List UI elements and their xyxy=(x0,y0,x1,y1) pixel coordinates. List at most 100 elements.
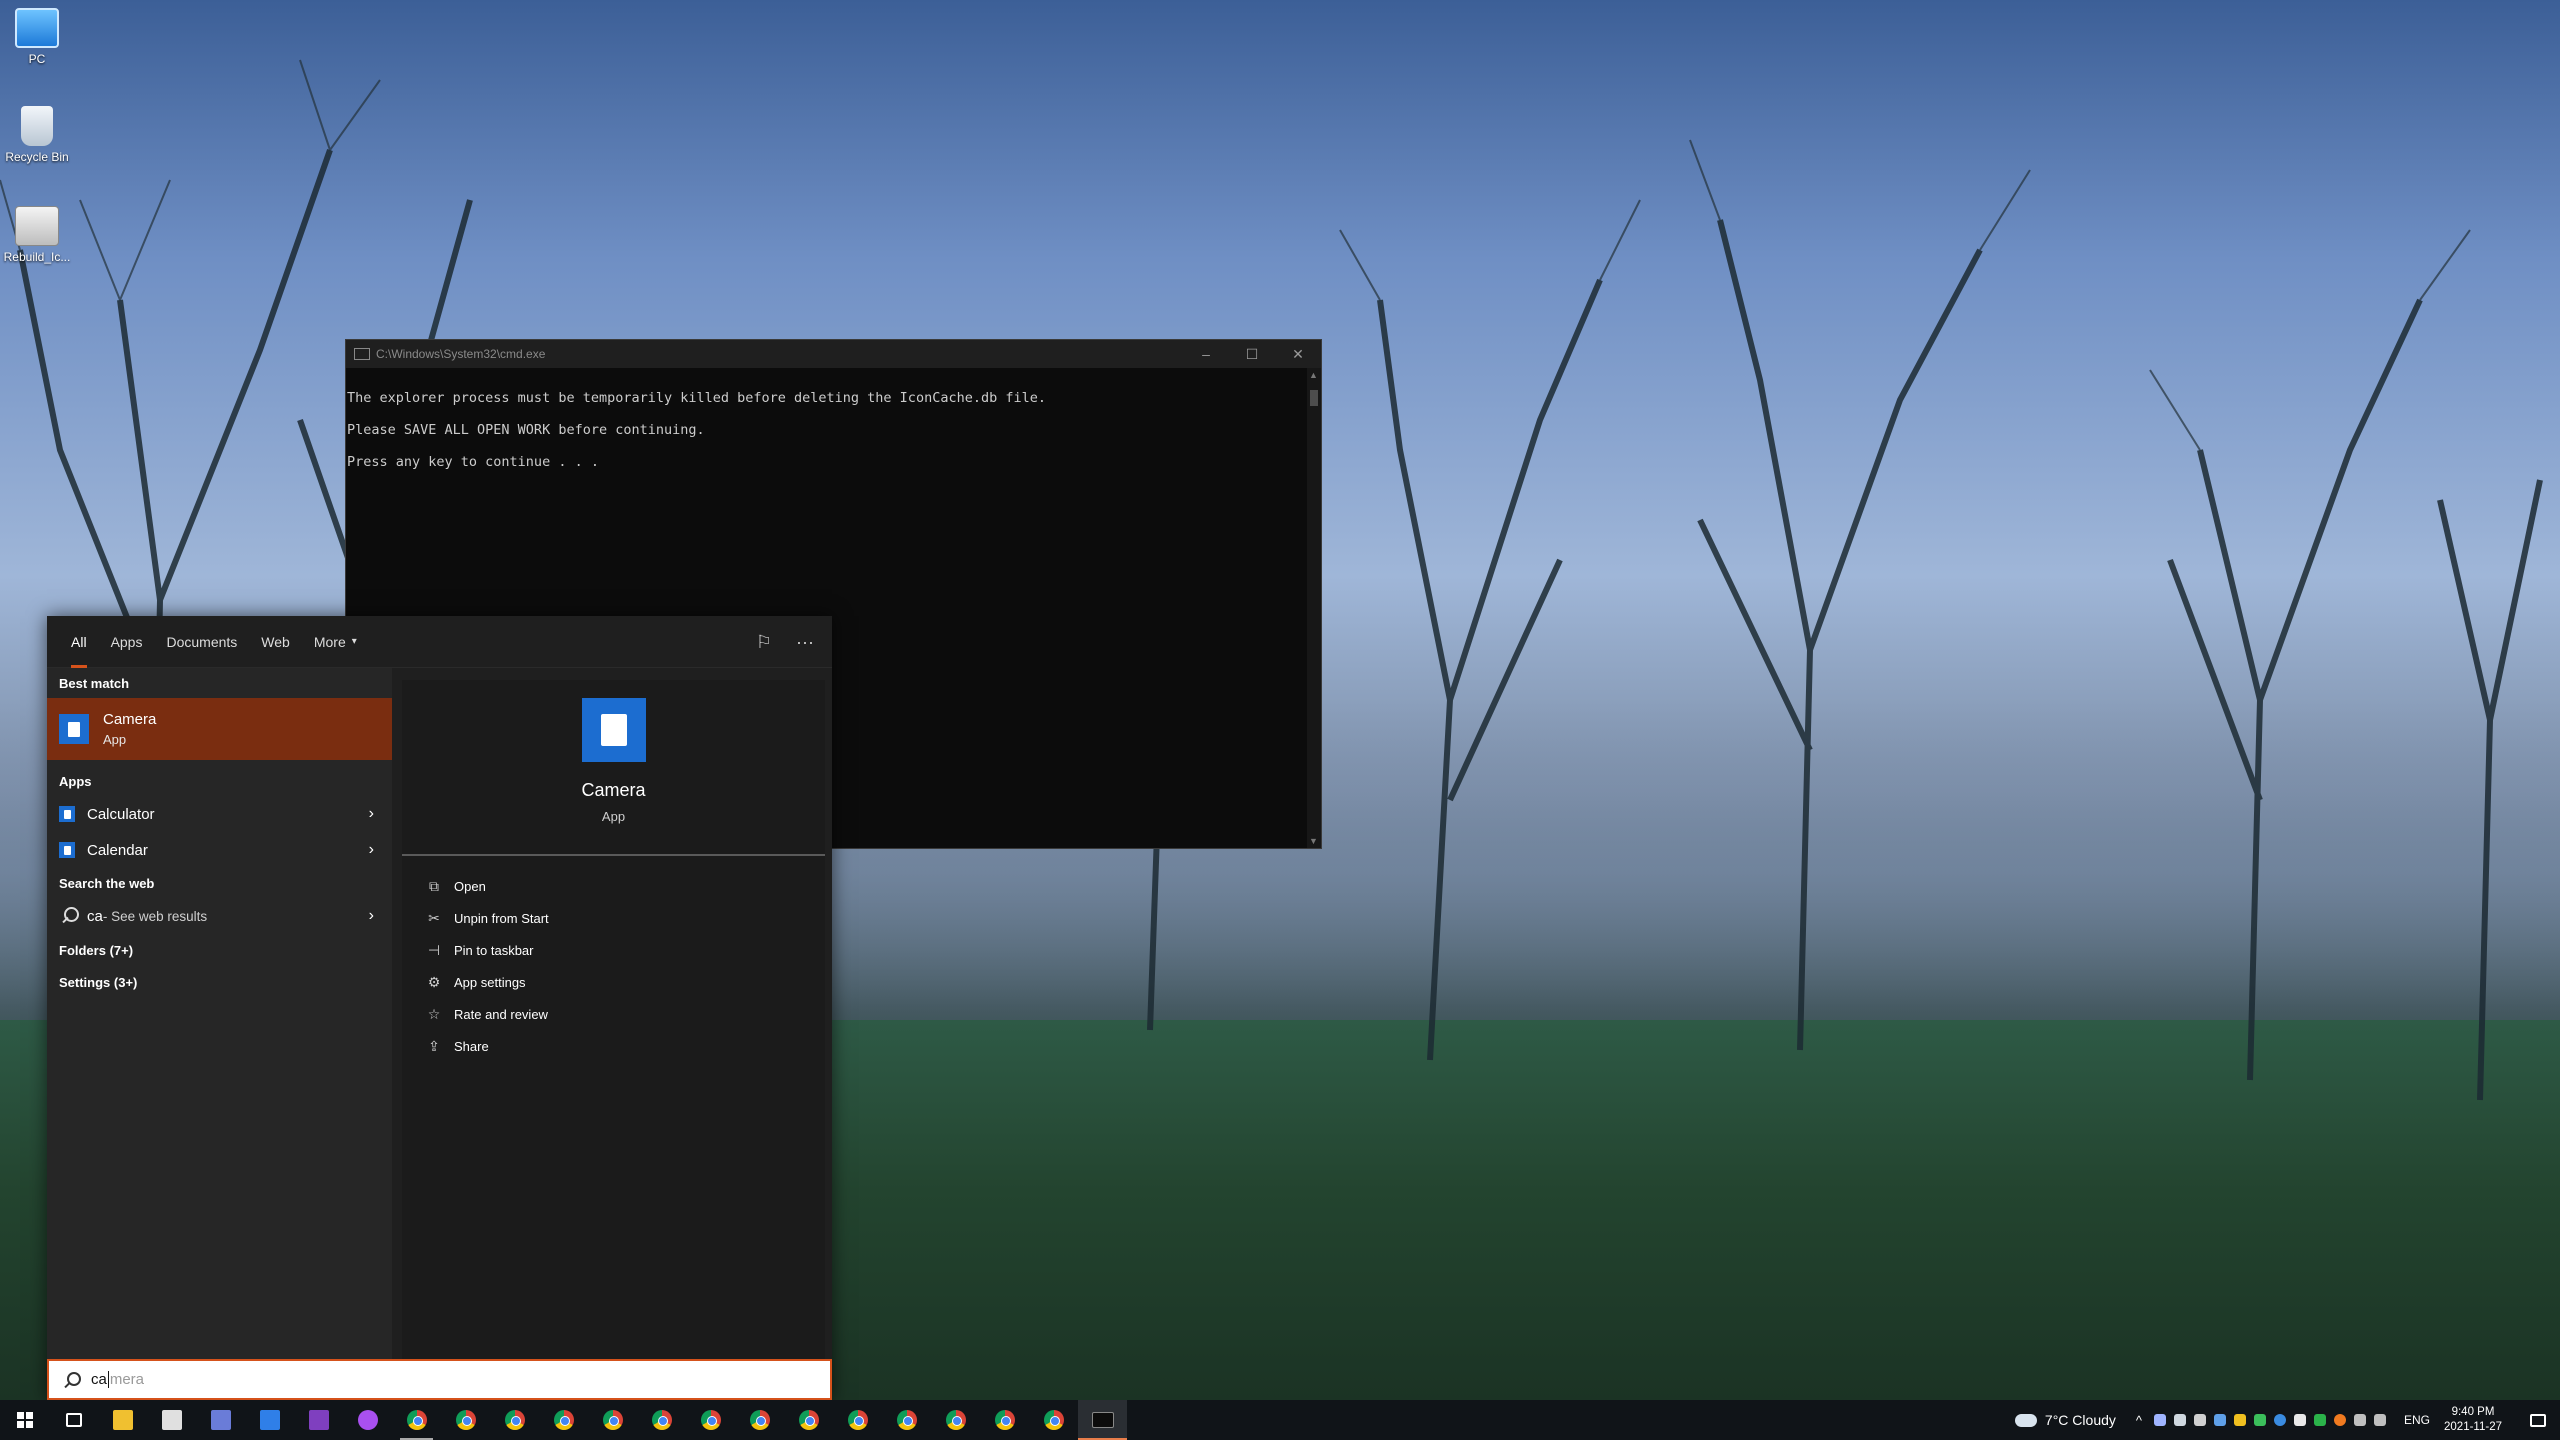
scroll-thumb[interactable] xyxy=(1310,390,1318,406)
chevron-right-icon[interactable]: › xyxy=(369,805,374,823)
taskbar-chrome[interactable] xyxy=(392,1400,441,1440)
taskbar-chrome[interactable] xyxy=(686,1400,735,1440)
feedback-icon[interactable]: ⚐ xyxy=(756,632,772,653)
share-icon: ⇪ xyxy=(428,1038,440,1054)
minimize-button[interactable]: – xyxy=(1183,340,1229,368)
search-panel: All Apps Documents Web More ▾ ⚐ ··· Best … xyxy=(47,616,832,1400)
search-input[interactable]: ca mera xyxy=(47,1359,832,1400)
taskbar-app-2[interactable] xyxy=(147,1400,196,1440)
action-unpin-from-start[interactable]: ✂ Unpin from Start xyxy=(402,902,825,934)
action-open[interactable]: ⧉ Open xyxy=(402,870,825,902)
unpin-icon: ✂ xyxy=(428,910,440,926)
tab-label: Apps xyxy=(110,633,143,650)
result-detail: Camera App ⧉ Open ✂ Unpin from Start ⊣ Pin … xyxy=(402,680,825,1400)
taskbar-chrome[interactable] xyxy=(784,1400,833,1440)
chevron-right-icon[interactable]: › xyxy=(369,841,374,859)
tray-app-icon[interactable] xyxy=(2214,1414,2226,1426)
taskbar-chrome[interactable] xyxy=(980,1400,1029,1440)
taskbar-chrome[interactable] xyxy=(735,1400,784,1440)
web-result[interactable]: ca - See web results › xyxy=(47,898,392,934)
action-label: Share xyxy=(454,1038,489,1054)
cmd-title-bar[interactable]: C:\Windows\System32\cmd.exe – ☐ ✕ xyxy=(346,340,1321,368)
taskbar-cmd[interactable] xyxy=(1078,1400,1127,1440)
maximize-button[interactable]: ☐ xyxy=(1229,340,1275,368)
tray-overflow-icon[interactable]: ^ xyxy=(2136,1413,2142,1428)
detail-header: Camera App xyxy=(402,680,825,856)
calculator-app-icon xyxy=(59,806,75,822)
tray-app-icon[interactable] xyxy=(2174,1414,2186,1426)
taskbar-calculator[interactable] xyxy=(196,1400,245,1440)
clock-date: 2021-11-27 xyxy=(2444,1421,2502,1433)
action-share[interactable]: ⇪ Share xyxy=(402,1030,825,1062)
taskbar-todo[interactable] xyxy=(245,1400,294,1440)
task-view-button[interactable] xyxy=(49,1400,98,1440)
tray-app-icon[interactable] xyxy=(2334,1414,2346,1426)
search-web-heading: Search the web xyxy=(59,875,155,891)
taskbar: 7°C Cloudy ^ ENG 9:40 PM 2021-11-27 xyxy=(0,1400,2560,1440)
notification-icon xyxy=(2530,1413,2546,1427)
tab-more[interactable]: More ▾ xyxy=(302,616,369,668)
settings-link[interactable]: Settings (3+) xyxy=(47,966,392,998)
best-match-result[interactable]: Camera App xyxy=(47,698,392,760)
action-rate-and-review[interactable]: ☆ Rate and review xyxy=(402,998,825,1030)
tray-app-icon[interactable] xyxy=(2274,1414,2286,1426)
taskbar-chrome[interactable] xyxy=(1029,1400,1078,1440)
network-icon[interactable] xyxy=(2354,1414,2366,1426)
best-match-heading: Best match xyxy=(59,675,130,691)
taskbar-file-explorer[interactable] xyxy=(98,1400,147,1440)
app-result-calculator[interactable]: Calculator › xyxy=(47,796,392,832)
clock[interactable]: 9:40 PM 2021-11-27 xyxy=(2444,1405,2502,1435)
action-label: Unpin from Start xyxy=(454,910,549,926)
chrome-icon xyxy=(1043,1410,1064,1430)
scroll-down-icon[interactable]: ▼ xyxy=(1309,836,1318,846)
taskbar-chrome[interactable] xyxy=(637,1400,686,1440)
cmd-scrollbar[interactable]: ▲ ▼ xyxy=(1307,368,1321,848)
tab-label: Documents xyxy=(166,633,238,650)
desktop-icon-this-pc[interactable]: PC xyxy=(0,8,74,66)
taskbar-onenote[interactable] xyxy=(294,1400,343,1440)
taskbar-chrome[interactable] xyxy=(931,1400,980,1440)
more-options-icon[interactable]: ··· xyxy=(796,632,814,653)
start-button[interactable] xyxy=(0,1400,49,1440)
camera-app-icon xyxy=(581,698,646,762)
tray-app-icon[interactable] xyxy=(2154,1414,2166,1426)
folders-link[interactable]: Folders (7+) xyxy=(47,934,392,966)
language-indicator[interactable]: ENG xyxy=(2404,1413,2430,1427)
tab-documents[interactable]: Documents xyxy=(154,616,249,668)
search-icon xyxy=(61,1369,83,1391)
desktop-icon-rebuild[interactable]: Rebuild_Ic... xyxy=(0,206,74,264)
tray-app-icon[interactable] xyxy=(2314,1414,2326,1426)
chevron-right-icon[interactable]: › xyxy=(369,907,374,925)
scroll-up-icon[interactable]: ▲ xyxy=(1309,370,1318,380)
close-button[interactable]: ✕ xyxy=(1275,340,1321,368)
taskbar-chrome[interactable] xyxy=(588,1400,637,1440)
tab-all[interactable]: All xyxy=(59,616,99,668)
taskbar-chrome[interactable] xyxy=(490,1400,539,1440)
weather-widget[interactable]: 7°C Cloudy xyxy=(2014,1412,2116,1428)
tray-app-icon[interactable] xyxy=(2234,1414,2246,1426)
batch-file-icon xyxy=(15,206,59,246)
tray-app-icon[interactable] xyxy=(2254,1414,2266,1426)
open-icon: ⧉ xyxy=(429,878,439,894)
taskbar-messenger[interactable] xyxy=(343,1400,392,1440)
cmd-output[interactable]: The explorer process must be temporarily… xyxy=(346,368,1321,478)
tray-app-icon[interactable] xyxy=(2194,1414,2206,1426)
tab-apps[interactable]: Apps xyxy=(99,616,155,668)
app-result-calendar[interactable]: Calendar › xyxy=(47,832,392,868)
cmd-icon xyxy=(354,348,370,360)
taskbar-chrome[interactable] xyxy=(441,1400,490,1440)
notification-center-button[interactable] xyxy=(2516,1400,2560,1440)
desktop-icon-label: Rebuild_Ic... xyxy=(3,250,71,264)
taskbar-chrome[interactable] xyxy=(833,1400,882,1440)
chrome-icon xyxy=(798,1410,819,1430)
taskbar-chrome[interactable] xyxy=(539,1400,588,1440)
volume-icon[interactable] xyxy=(2374,1414,2386,1426)
desktop-icon-recycle-bin[interactable]: Recycle Bin xyxy=(0,106,74,164)
action-app-settings[interactable]: ⚙ App settings xyxy=(402,966,825,998)
chrome-icon xyxy=(602,1410,623,1430)
action-pin-to-taskbar[interactable]: ⊣ Pin to taskbar xyxy=(402,934,825,966)
onedrive-icon[interactable] xyxy=(2294,1414,2306,1426)
taskbar-chrome[interactable] xyxy=(882,1400,931,1440)
tab-web[interactable]: Web xyxy=(249,616,302,668)
tab-tools: ⚐ ··· xyxy=(756,616,814,668)
